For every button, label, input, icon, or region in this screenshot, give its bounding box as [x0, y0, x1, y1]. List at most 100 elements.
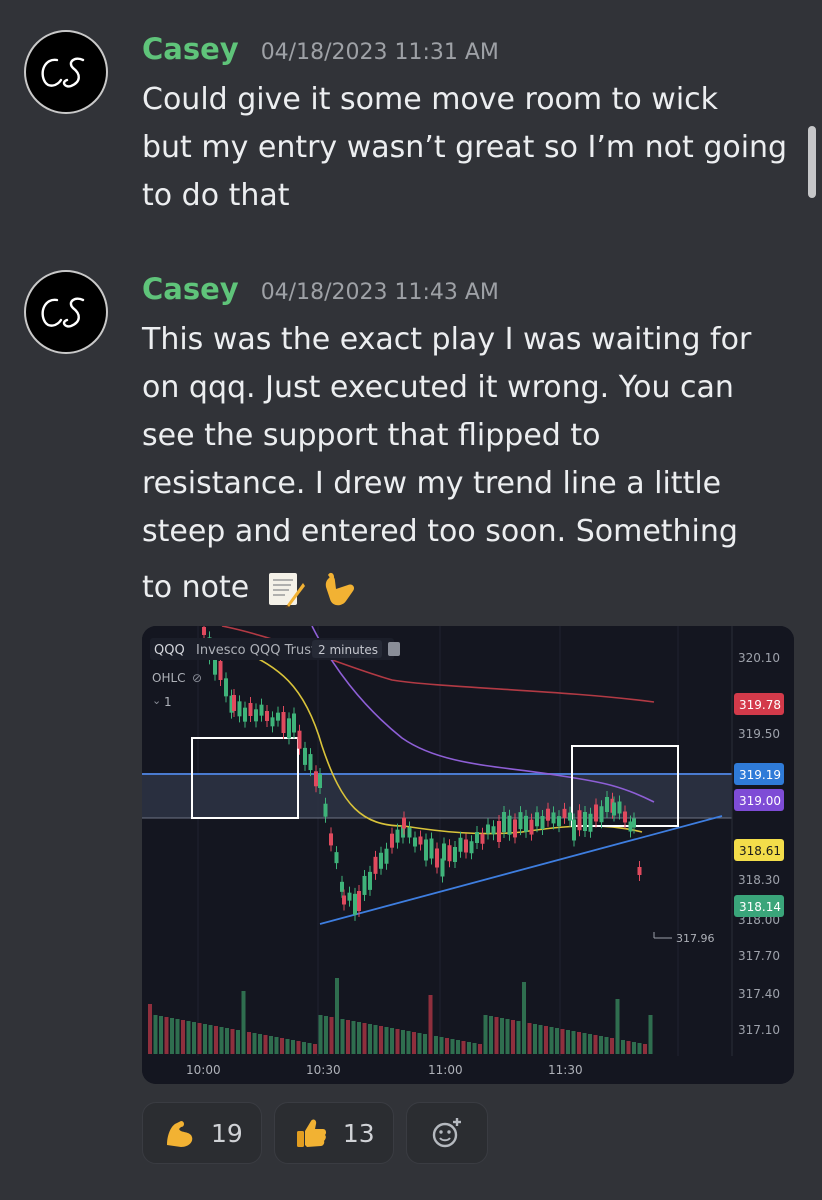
timestamp: 04/18/2023 11:43 AM — [260, 280, 499, 305]
volume-bar — [208, 1025, 213, 1054]
volume-bar — [456, 1040, 460, 1054]
volume-bar — [439, 1037, 444, 1054]
volume-bar — [478, 1044, 482, 1054]
message-header: Casey 04/18/2023 11:43 AM — [142, 272, 499, 306]
chart-name: Invesco QQQ Trust — [196, 643, 316, 658]
candlestick-chart: QQQ Invesco QQQ Trust 2 minutes OHLC ⊘ ⌄… — [142, 626, 794, 1084]
candle-body — [237, 701, 242, 717]
candle-body — [628, 821, 633, 832]
volume-bar — [241, 991, 246, 1054]
candle-body — [254, 709, 258, 722]
time-tick: 10:00 — [186, 1063, 221, 1077]
candle-body — [276, 712, 280, 721]
text-line: Could give it some move room to wick — [142, 82, 719, 117]
volume-bar — [214, 1026, 218, 1054]
volume-bar — [637, 1043, 642, 1054]
thumbs-up-icon — [296, 1119, 326, 1147]
volume-bar — [445, 1038, 449, 1054]
volume-bar — [401, 1030, 405, 1054]
volume-bar — [555, 1028, 559, 1054]
chart-symbol: QQQ — [154, 643, 185, 658]
scrollbar-thumb[interactable] — [808, 126, 816, 198]
candle-body — [546, 808, 550, 821]
volume-bar — [390, 1028, 394, 1054]
text-line: steep and entered too soon. Something — [142, 514, 738, 549]
volume-bar — [291, 1040, 295, 1054]
volume-bar — [450, 1039, 455, 1054]
volume-bar — [263, 1035, 268, 1054]
candle-body — [202, 627, 206, 635]
collapse-count: 1 — [164, 695, 172, 709]
volume-bar — [516, 1021, 521, 1054]
menu-icon — [388, 642, 400, 656]
candle-body — [513, 819, 517, 838]
candle-body — [464, 839, 468, 853]
candle-body — [491, 826, 496, 835]
volume-bar — [588, 1034, 592, 1054]
candle-body — [447, 845, 452, 862]
avatar[interactable] — [24, 270, 108, 354]
volume-bar — [280, 1038, 284, 1054]
volume-bar — [577, 1032, 581, 1054]
volume-bar — [379, 1026, 383, 1054]
text-line: This was the exact play I was waiting fo… — [142, 322, 752, 357]
volume-bar — [368, 1024, 372, 1054]
volume-bar — [571, 1031, 576, 1054]
candle-body — [353, 893, 357, 915]
add-reaction-button[interactable] — [405, 1102, 488, 1164]
candle-body — [458, 837, 463, 852]
volume-bar — [643, 1044, 647, 1054]
candle-body — [623, 811, 627, 823]
candle-body — [497, 821, 501, 842]
volume-bar — [329, 1017, 334, 1054]
volume-bar — [615, 999, 620, 1054]
text-line: to note — [142, 570, 250, 605]
avatar[interactable] — [24, 30, 108, 114]
volume-bar — [467, 1042, 471, 1054]
volume-bar — [533, 1024, 537, 1054]
volume-bar — [252, 1033, 257, 1054]
volume-bar — [406, 1031, 411, 1054]
candle-body — [524, 815, 528, 832]
reaction-count: 19 — [211, 1118, 243, 1148]
candle-body — [632, 818, 636, 828]
candle-body — [413, 837, 417, 847]
candle-body — [507, 815, 512, 835]
volume-bar — [159, 1016, 163, 1054]
volume-bar — [648, 1015, 653, 1054]
volume-bar — [632, 1042, 636, 1054]
volume-bar — [302, 1042, 306, 1054]
author-name[interactable]: Casey — [142, 32, 239, 66]
candle-body — [557, 816, 561, 827]
candle-body — [402, 817, 406, 829]
volume-bar — [181, 1020, 185, 1054]
volume-bar — [626, 1041, 631, 1054]
volume-bar — [296, 1041, 301, 1054]
chart-interval: 2 minutes — [318, 643, 378, 657]
volume-bar — [412, 1032, 416, 1054]
candle-body — [297, 730, 302, 749]
volume-bar — [258, 1034, 262, 1054]
volume-bar — [527, 1023, 532, 1054]
reaction-thumbs-up[interactable]: 13 — [273, 1102, 394, 1164]
volume-bar — [285, 1039, 290, 1054]
candle-body — [535, 812, 539, 827]
volume-bar — [500, 1018, 504, 1054]
volume-bar — [274, 1037, 279, 1054]
volume-bar — [461, 1041, 466, 1054]
author-name[interactable]: Casey — [142, 272, 239, 306]
candle-body — [617, 801, 622, 814]
candle-body — [347, 892, 352, 901]
time-tick: 10:30 — [306, 1063, 341, 1077]
candle-body — [637, 867, 642, 875]
chart-image-attachment[interactable]: QQQ Invesco QQQ Trust 2 minutes OHLC ⊘ ⌄… — [142, 626, 794, 1084]
volume-bar — [384, 1027, 389, 1054]
volume-bar — [357, 1022, 361, 1054]
reaction-flexed-biceps[interactable]: 19 — [142, 1102, 262, 1164]
candle-body — [218, 661, 223, 680]
volume-bar — [538, 1025, 543, 1054]
ohlc-label: OHLC — [152, 671, 186, 685]
volume-bar — [351, 1021, 356, 1054]
low-marker-label: 317.96 — [676, 932, 715, 945]
candle-body — [429, 838, 434, 859]
